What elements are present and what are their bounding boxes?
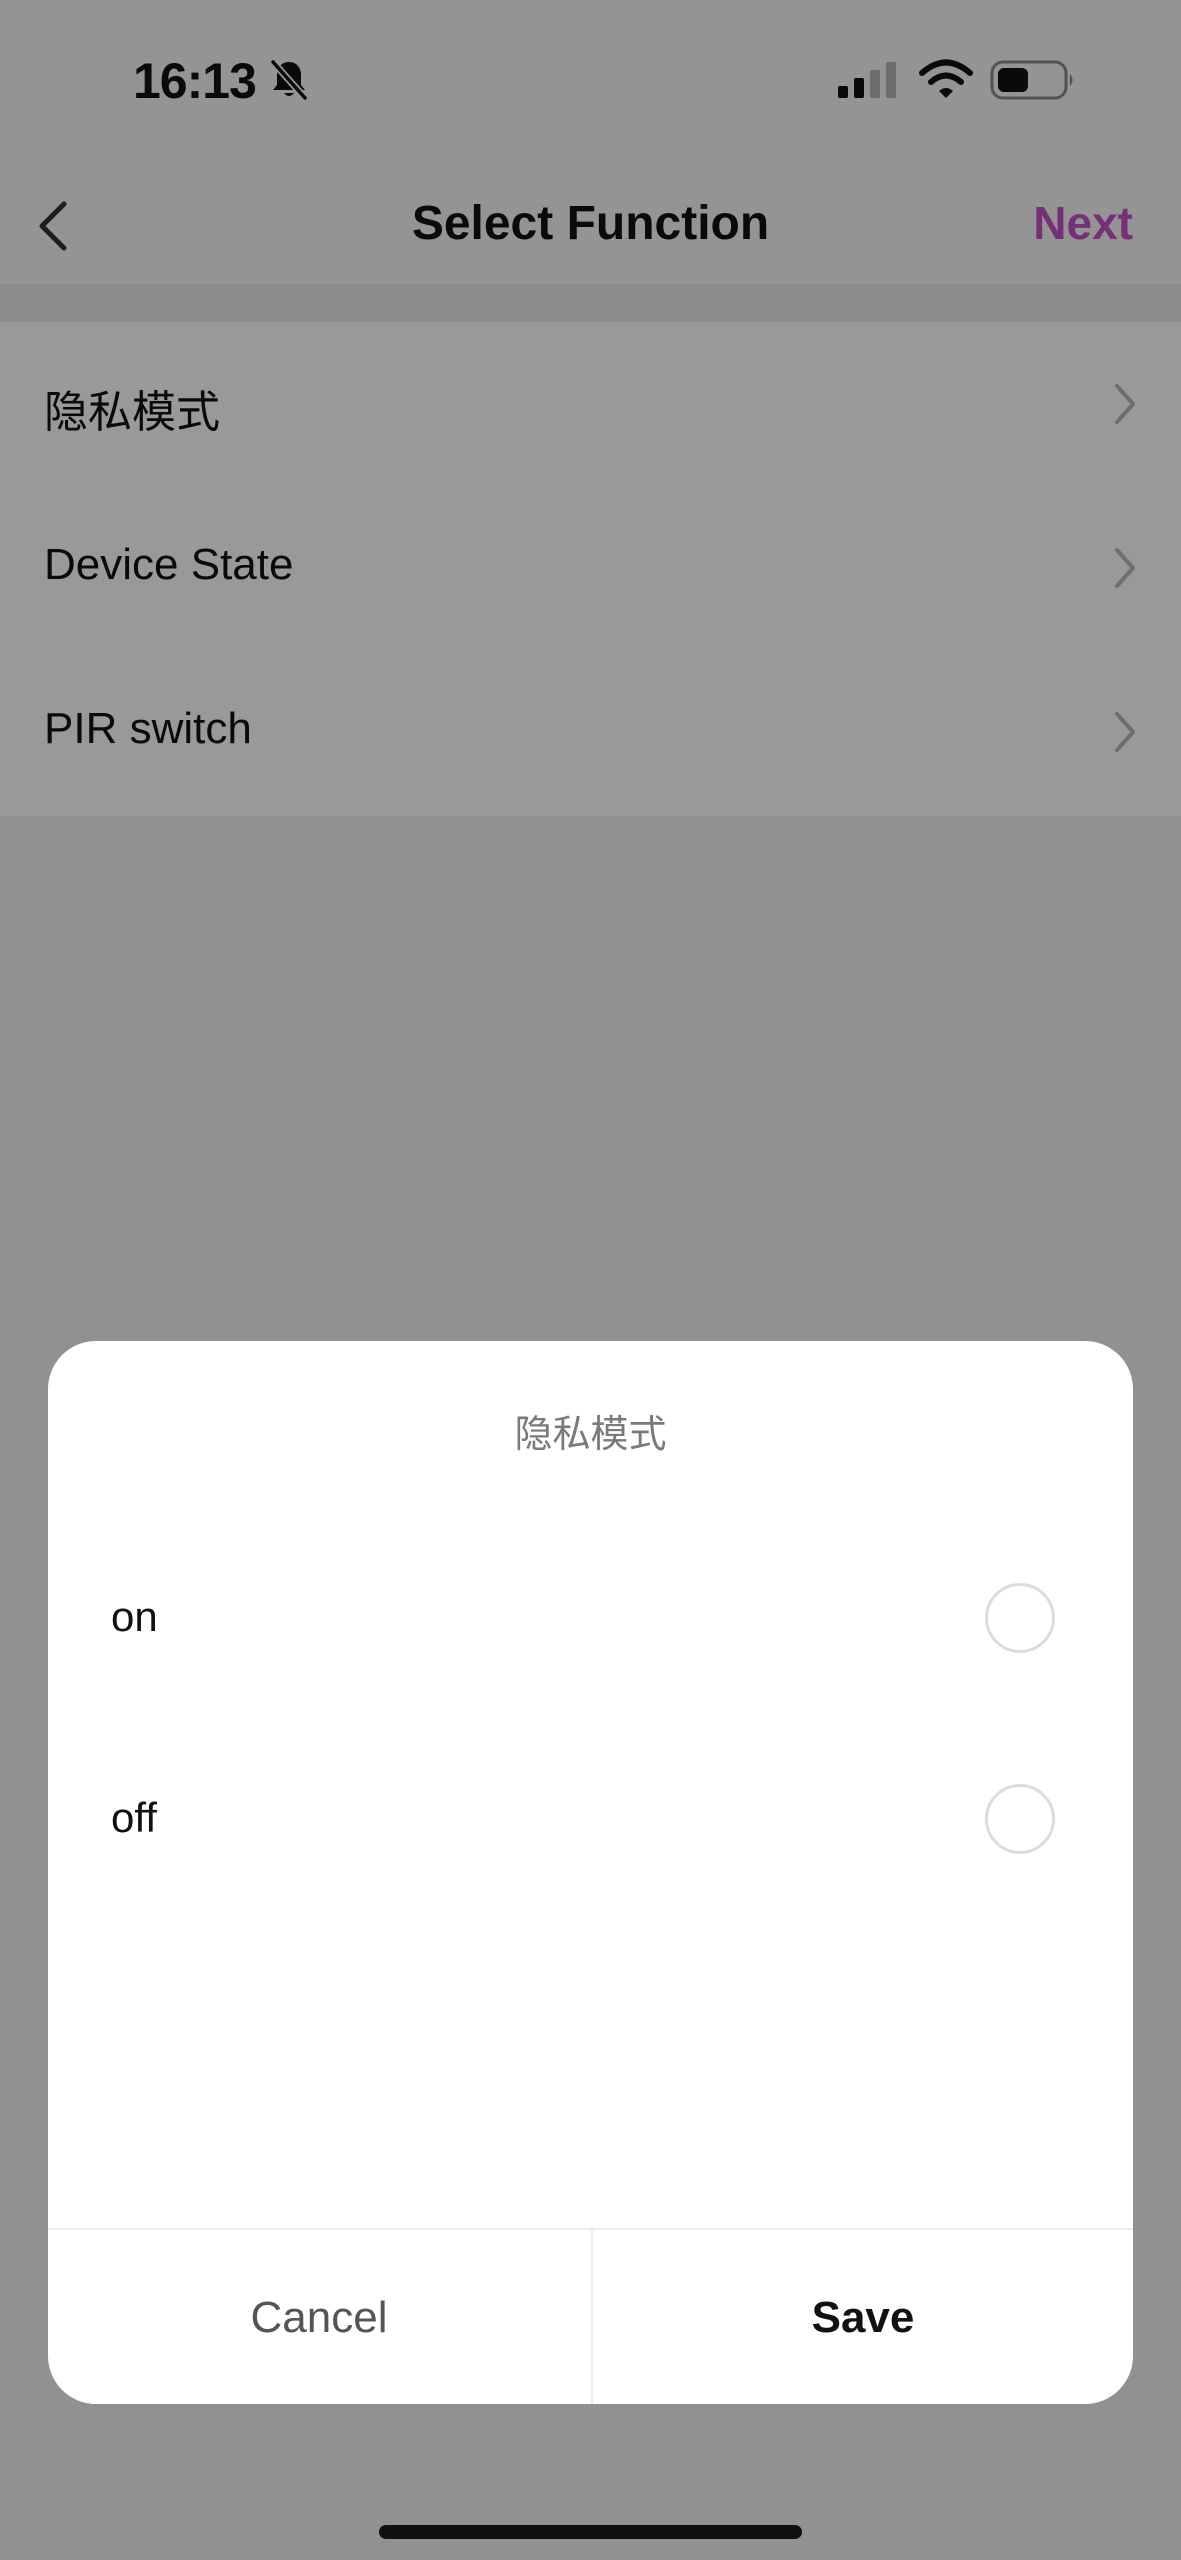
radio-button[interactable]	[985, 1583, 1055, 1653]
option-off[interactable]: off	[48, 1744, 1133, 1894]
option-label: off	[111, 1794, 157, 1841]
cancel-button[interactable]: Cancel	[48, 2230, 590, 2404]
home-indicator[interactable]	[379, 2525, 802, 2539]
dialog-actions: Cancel Save	[48, 2228, 1133, 2404]
option-label: on	[111, 1593, 158, 1640]
option-on[interactable]: on	[48, 1543, 1133, 1693]
option-dialog: 隐私模式 on off Cancel Save	[48, 1341, 1133, 2404]
radio-button[interactable]	[985, 1784, 1055, 1854]
save-button[interactable]: Save	[591, 2230, 1133, 2404]
dialog-title: 隐私模式	[514, 1414, 667, 1456]
